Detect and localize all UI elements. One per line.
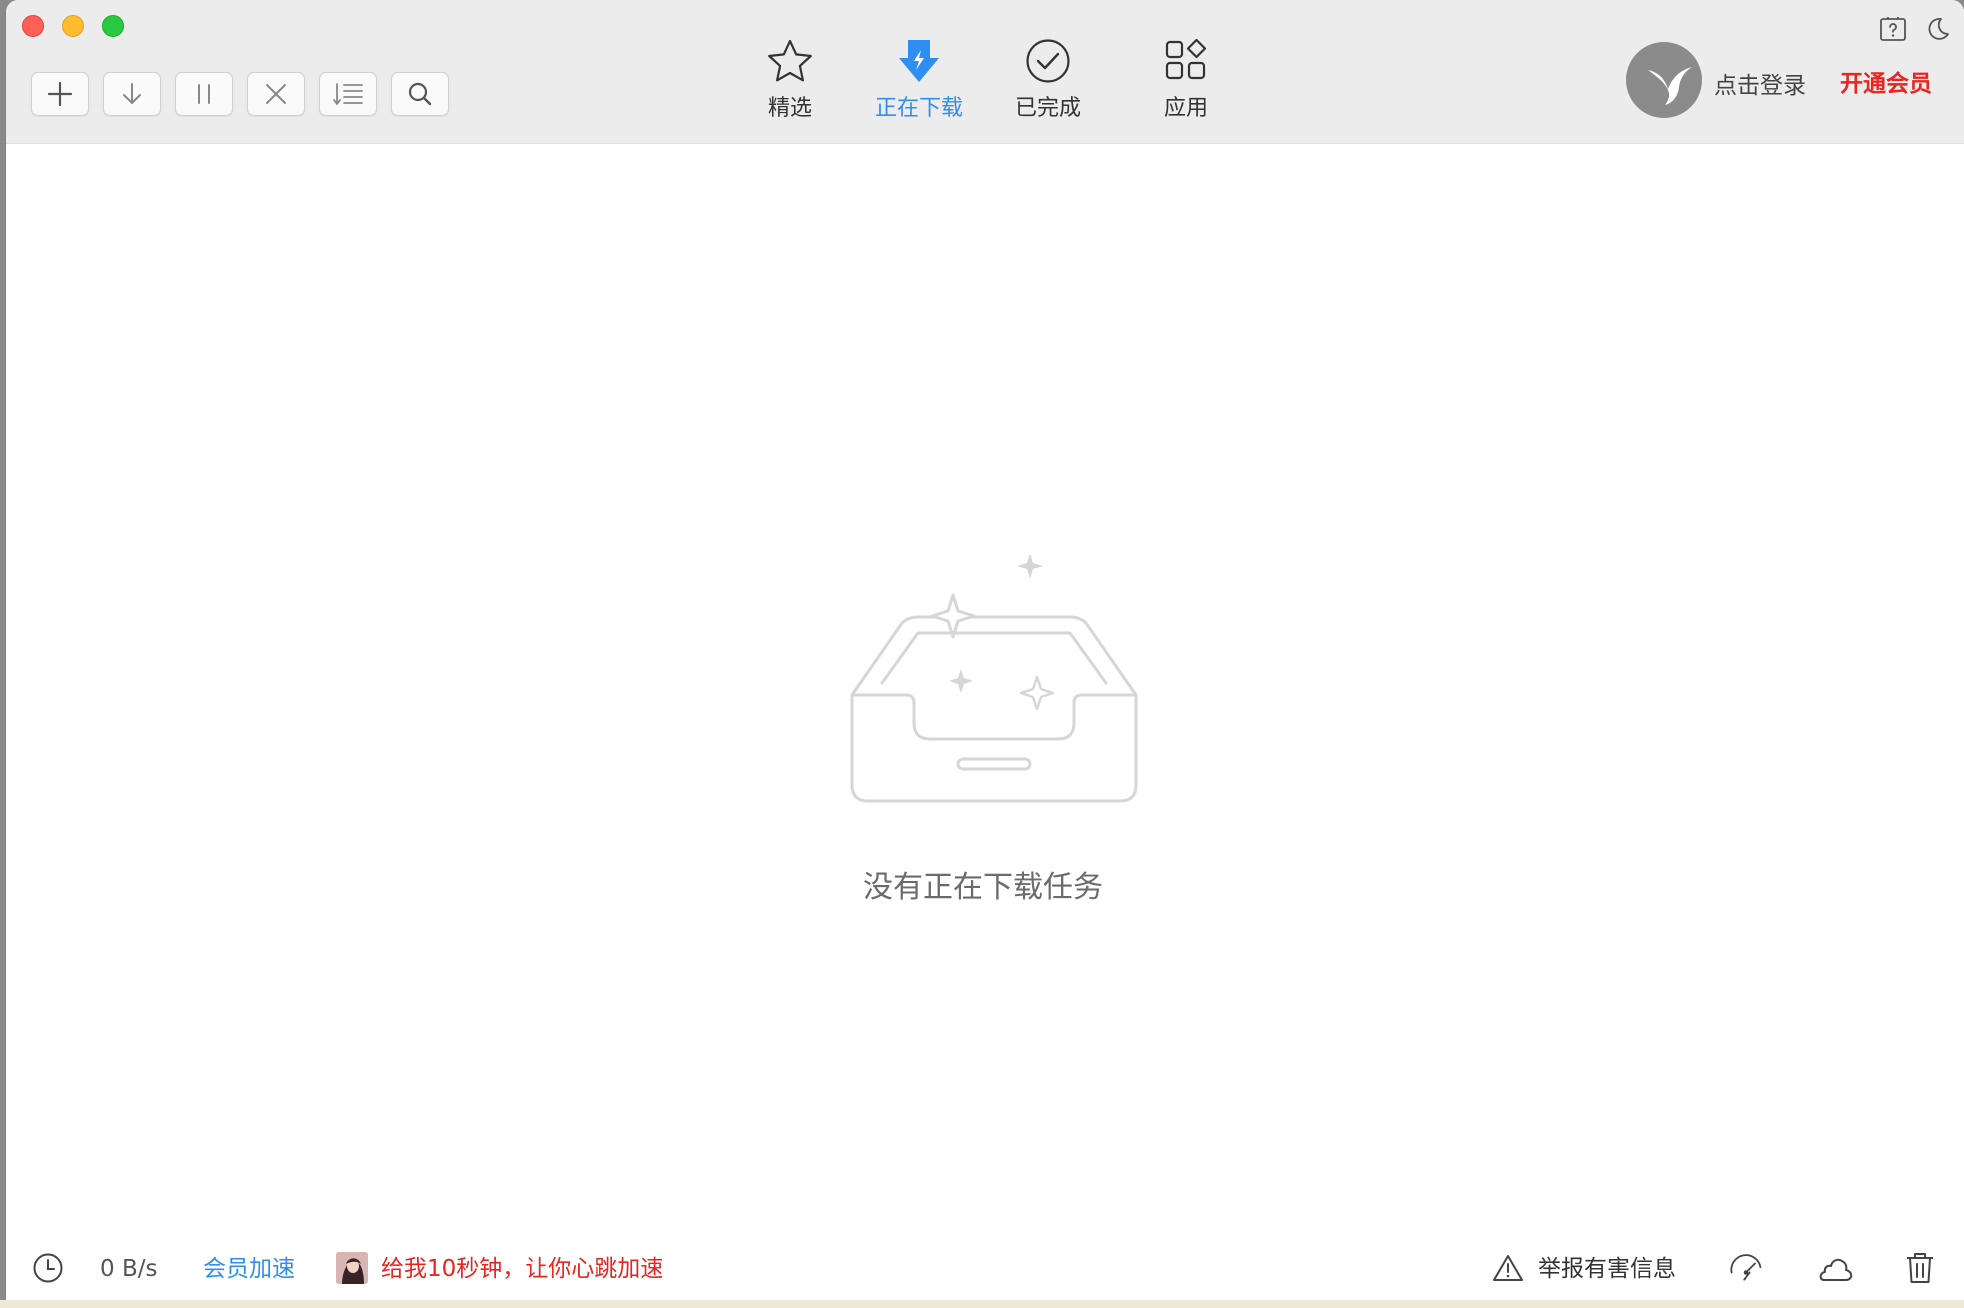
pause-button[interactable] [175, 72, 233, 116]
promo-avatar[interactable] [336, 1252, 368, 1284]
tab-downloading-label: 正在下载 [874, 96, 963, 121]
check-circle-icon [1026, 39, 1070, 83]
add-task-button[interactable] [31, 72, 89, 116]
empty-state-text: 没有正在下载任务 [863, 870, 1103, 905]
window-zoom-button[interactable] [102, 15, 124, 37]
app-window: 精选 正在下载 已完成 应用 点击登录 开通会员 没有正在下载任务 0 B/s … [6, 0, 1964, 1308]
speedometer-icon[interactable] [1728, 1250, 1764, 1286]
open-vip-button[interactable]: 开通会员 [1840, 64, 1932, 98]
window-minimize-button[interactable] [62, 15, 84, 37]
download-bolt-icon [899, 40, 939, 82]
background-window-strip [0, 1300, 1964, 1308]
search-button[interactable] [391, 72, 449, 116]
report-harmful-link[interactable]: 举报有害信息 [1538, 1254, 1676, 1284]
avatar[interactable] [1626, 42, 1702, 118]
start-download-button[interactable] [103, 72, 161, 116]
close-icon [266, 84, 286, 104]
apps-grid-icon [1165, 38, 1207, 80]
sort-list-icon [333, 83, 363, 105]
arrow-down-icon [123, 83, 141, 104]
tab-apps-label: 应用 [1163, 96, 1208, 121]
tab-completed[interactable]: 已完成 [988, 38, 1108, 124]
plugin-icon[interactable] [1818, 1250, 1854, 1286]
vip-speedup-link[interactable]: 会员加速 [203, 1254, 295, 1284]
download-speed: 0 B/s [100, 1256, 158, 1282]
empty-inbox-icon [844, 553, 1144, 815]
star-icon [768, 39, 812, 82]
search-icon [408, 82, 432, 106]
tab-apps[interactable]: 应用 [1126, 38, 1246, 124]
delete-task-button[interactable] [247, 72, 305, 116]
tab-completed-label: 已完成 [1014, 96, 1081, 121]
title-toolbar: 精选 正在下载 已完成 应用 点击登录 开通会员 [6, 0, 1964, 144]
moon-icon[interactable] [1923, 14, 1953, 44]
window-close-button[interactable] [22, 15, 44, 37]
empty-state-message: 没有正在下载任务 [6, 862, 1964, 906]
tab-featured-label: 精选 [767, 96, 812, 121]
warning-icon[interactable] [1490, 1250, 1526, 1286]
login-link[interactable]: 点击登录 [1714, 66, 1806, 100]
trash-icon[interactable] [1902, 1250, 1938, 1286]
sort-button[interactable] [319, 72, 377, 116]
plus-icon [47, 81, 73, 107]
tab-featured[interactable]: 精选 [730, 38, 850, 124]
tab-downloading[interactable]: 正在下载 [859, 38, 979, 124]
promo-link[interactable]: 给我10秒钟，让你心跳加速 [381, 1254, 663, 1284]
pause-icon [198, 84, 210, 104]
clock-icon[interactable] [30, 1250, 66, 1286]
help-icon[interactable] [1878, 14, 1908, 44]
